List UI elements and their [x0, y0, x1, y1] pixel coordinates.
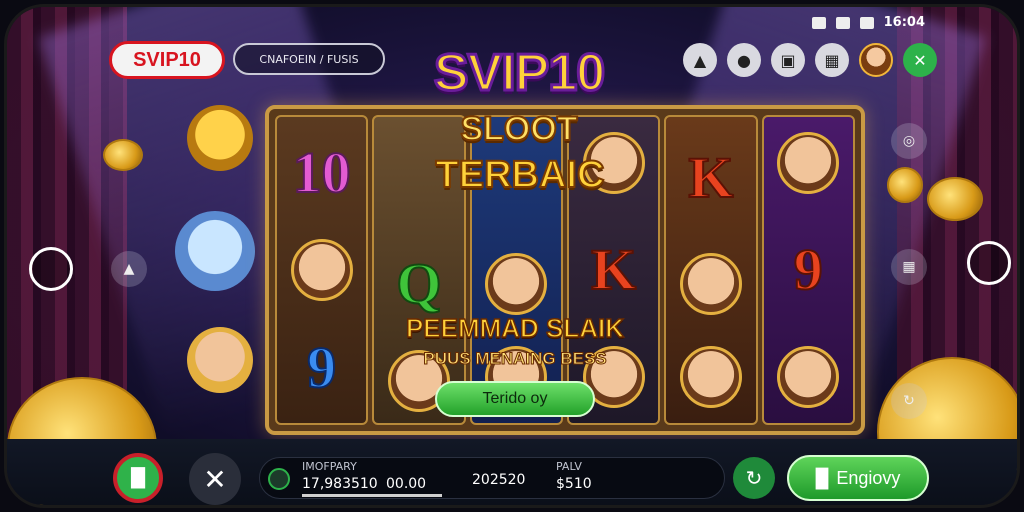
symbol-k-top: K [687, 144, 734, 211]
speed-icon[interactable]: ◎ [891, 123, 927, 159]
balance-panel: IMOFPARY 17,983510 00.00 202520 PALV $51… [259, 457, 725, 499]
brand-badge[interactable]: SVIP10 [109, 41, 225, 79]
gift-icon[interactable]: ▦ [815, 43, 849, 77]
bag-icon[interactable]: ▦ [891, 249, 927, 285]
status-bar: 16:04 [811, 15, 925, 30]
avatar[interactable] [859, 43, 893, 77]
bet-value: 00.00 [386, 476, 427, 492]
character-ice-wolf [175, 211, 255, 291]
refresh-icon[interactable]: ↻ [891, 383, 927, 419]
coin-decoration [927, 177, 983, 221]
signal-icon [859, 16, 874, 29]
status-time: 16:04 [883, 15, 925, 30]
symbol-wolf [679, 252, 742, 315]
game-screen: 16:04 SVIP10 CNAFOEIN / FUSIS ▲ ● ▣ ▦ ✕ … [4, 4, 1020, 508]
symbol-9-red: 9 [793, 236, 824, 303]
character-crowned-cat [187, 327, 253, 393]
left-joystick[interactable] [29, 247, 73, 291]
battery-icon [835, 16, 850, 29]
coin-decoration [103, 139, 143, 171]
symbol-9: 9 [306, 334, 337, 401]
reel-1: 10 9 [275, 115, 369, 425]
symbol-girl [777, 345, 840, 408]
progress-bar [302, 494, 442, 497]
wifi-icon [811, 16, 826, 29]
symbol-deer [679, 345, 742, 408]
symbol-10: 10 [292, 139, 352, 206]
chat-icon[interactable]: ● [727, 43, 761, 77]
coin-decoration [887, 167, 923, 203]
reel-5: K [664, 115, 758, 425]
pay-value: $510 [556, 476, 592, 492]
title-logo: SVIP10 [432, 44, 606, 102]
symbol-princess [485, 252, 548, 315]
spin-button[interactable]: █ [113, 453, 163, 503]
chart-icon[interactable]: ▲ [111, 251, 147, 287]
reel-6: 9 [761, 115, 855, 425]
win-value: 202520 [472, 472, 526, 488]
promo-headline: PEEMMAD SLAIK [405, 312, 625, 344]
cancel-button[interactable]: ✕ [189, 453, 241, 505]
character-golden-cat [187, 105, 253, 171]
film-icon[interactable]: ▣ [771, 43, 805, 77]
autoplay-button[interactable]: ↻ [733, 457, 775, 499]
bell-icon[interactable]: ▲ [683, 43, 717, 77]
play-button[interactable]: █ Engiovy [787, 455, 929, 501]
mode-selector[interactable]: CNAFOEIN / FUSIS [233, 43, 385, 75]
title-line3: TERBAIC [435, 154, 606, 196]
close-icon[interactable]: ✕ [903, 43, 937, 77]
balance-icon [268, 468, 290, 490]
play-label: Engiovy [836, 467, 901, 488]
pay-label: PALV [556, 460, 582, 473]
symbol-jester [290, 238, 353, 301]
balance-value: 17,983510 [302, 476, 378, 492]
balance-label: IMOFPARY [302, 460, 357, 473]
title-line2: SLOOT [459, 110, 578, 148]
symbol-k: K [590, 236, 637, 303]
right-joystick[interactable] [967, 241, 1011, 285]
symbol-coin [777, 132, 840, 195]
promo-subtitle: PUUS MENAING BESS [423, 349, 607, 369]
promo-cta-button[interactable]: Terido oy [435, 381, 595, 417]
top-icon-bar: ▲ ● ▣ ▦ ✕ [683, 43, 937, 77]
play-icon: █ [815, 467, 829, 488]
